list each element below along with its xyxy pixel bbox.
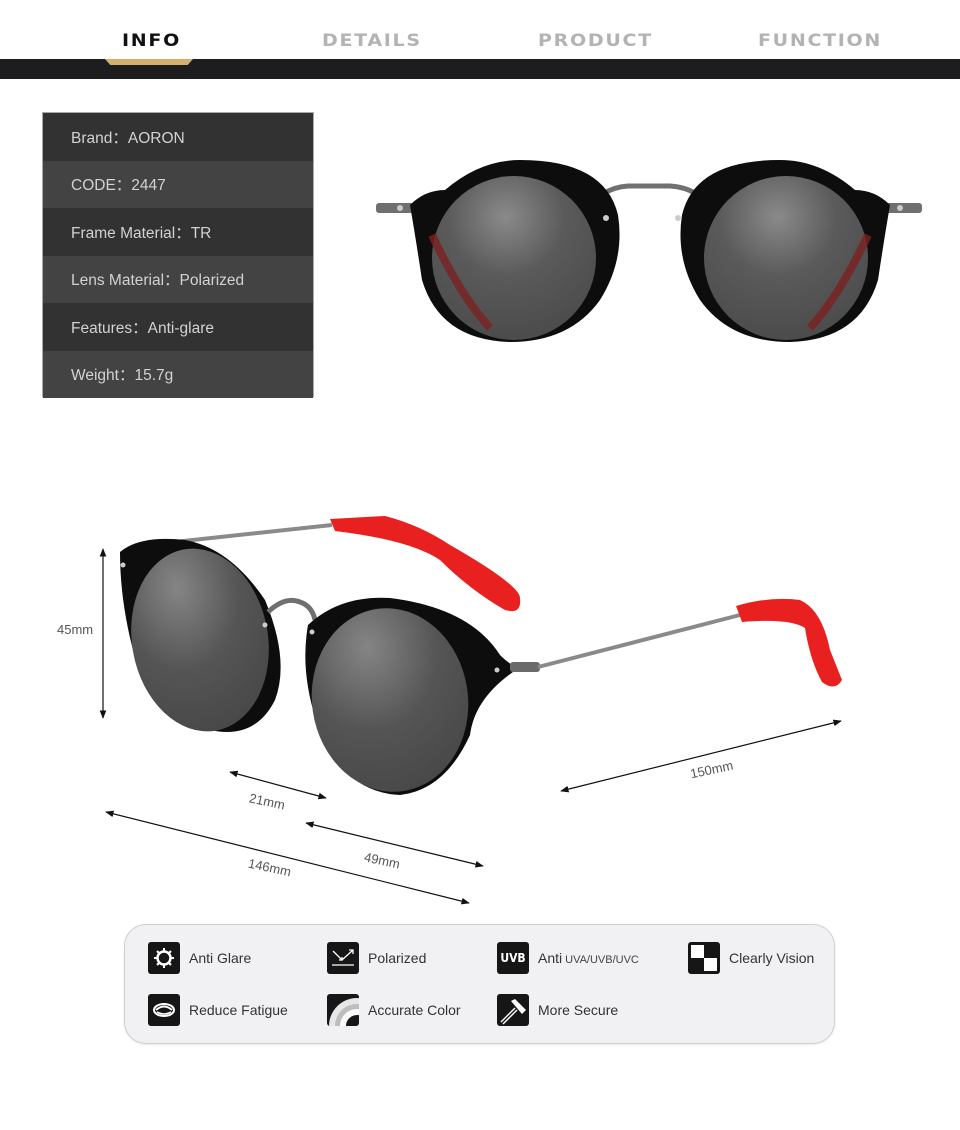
feature-label: Polarized [368,950,427,966]
feature-anti-uv: UVB Anti UVA/UVB/UVC [497,942,639,974]
left-lens [432,176,596,340]
color-arc-icon [327,994,359,1026]
sunglasses-side-image [99,516,842,905]
sun-gear-icon [148,942,180,974]
feature-anti-glare: Anti Glare [148,942,251,974]
uvb-icon: UVB [497,942,529,974]
back-temple [164,523,333,545]
checker-icon [688,942,720,974]
feature-more-secure: More Secure [497,994,618,1026]
hammer-icon [497,994,529,1026]
spec-lens-material: Lens Material：Polarized [43,255,313,303]
dim-label-height: 45mm [57,622,94,637]
feature-label: Clearly Vision [729,950,815,966]
near-temple [537,613,741,669]
spec-features: Features：Anti-glare [43,303,313,351]
polarized-reflection-icon [327,942,359,974]
dim-line-bridge [229,770,327,800]
spec-code: CODE：2447 [43,160,313,208]
near-temple-tip [736,598,842,687]
left-hinge [376,203,416,213]
tab-info[interactable]: INFO [122,31,181,51]
tab-details[interactable]: DETAILS [322,31,422,51]
feature-polarized: Polarized [327,942,426,974]
feature-reduce-fatigue: Reduce Fatigue [148,994,288,1026]
features-panel: Anti Glare Polarized UVB Anti UVA/UVB/UVC… [124,924,835,1044]
tab-product[interactable]: PRODUCT [538,31,653,51]
back-temple-tip [330,516,521,612]
feature-label: Anti UVA/UVB/UVC [538,950,639,966]
sunglasses-front-image [376,160,922,342]
feature-accurate-color: Accurate Color [327,994,461,1026]
spec-weight: Weight：15.7g [43,350,313,398]
tab-function[interactable]: FUNCTION [758,31,882,51]
feature-clearly-vision: Clearly Vision [688,942,814,974]
feature-label: More Secure [538,1002,619,1018]
spec-frame-material: Frame Material：TR [43,208,313,256]
right-lens [704,176,868,340]
feature-label: Reduce Fatigue [189,1002,288,1018]
feature-label: Accurate Color [368,1002,461,1018]
spec-brand: Brand：AORON [43,113,313,161]
dim-line-temple [560,719,842,793]
feature-label: Anti Glare [189,950,252,966]
eye-rings-icon [148,994,180,1026]
spec-table: Brand：AORON CODE：2447 Frame Material：TR … [42,112,314,398]
top-nav: INFO DETAILS PRODUCT FUNCTION [0,0,960,79]
dim-line-total [105,810,470,905]
active-tab-indicator [105,59,193,65]
